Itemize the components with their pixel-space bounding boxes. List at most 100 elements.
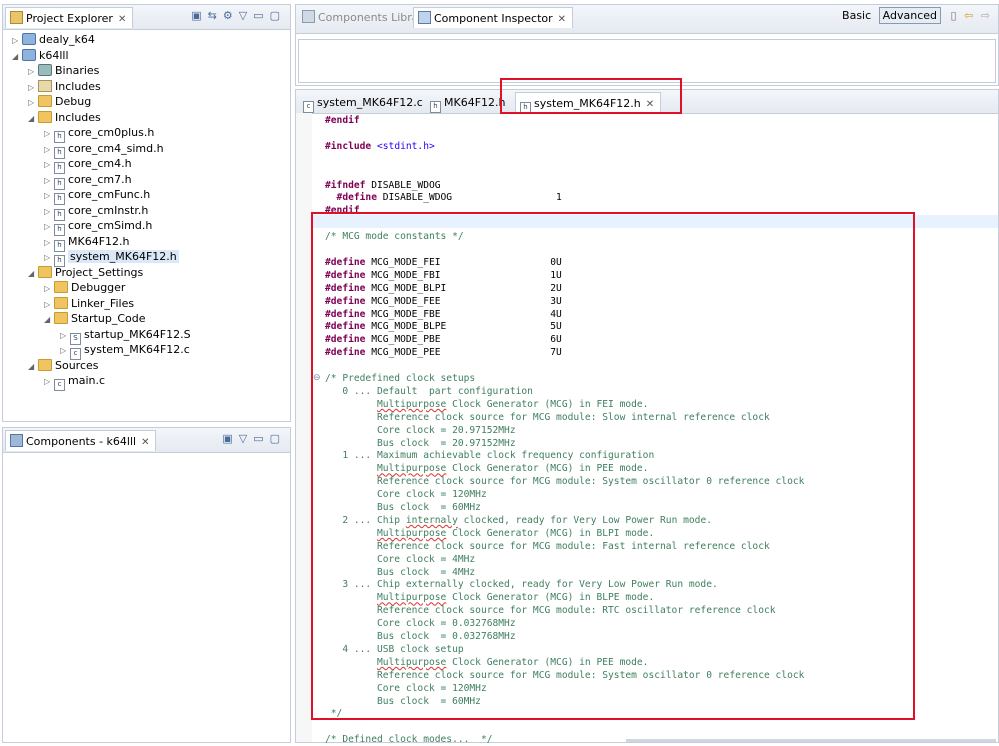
collapsed-arrow-icon[interactable]: ▷ <box>44 374 54 390</box>
folder-icon <box>54 312 68 324</box>
folder-icon <box>54 296 68 309</box>
advanced-button[interactable]: Advanced <box>878 7 941 24</box>
tree-item[interactable]: ▷ h core_cm4_simd.h <box>44 141 164 159</box>
close-icon[interactable]: ✕ <box>118 14 126 25</box>
tab-label: Project Explorer <box>26 12 113 25</box>
code-token: <stdint.h> <box>377 140 435 152</box>
code-line: #define DISABLE_WDOG 1 <box>325 191 562 204</box>
tree-item[interactable]: ▷ h core_cmFunc.h <box>44 187 151 205</box>
tree-item[interactable]: ◢ Project_Settings <box>28 265 143 281</box>
expanded-arrow-icon[interactable]: ◢ <box>28 359 38 375</box>
code-line: /* Defined clock modes... */ <box>325 733 493 746</box>
tree-item[interactable]: ▷ h core_cm0plus.h <box>44 125 155 143</box>
code-token: #define <box>325 192 377 204</box>
tree-item-label: Includes <box>55 110 101 124</box>
tree-item[interactable]: ▷ h core_cmInstr.h <box>44 203 148 221</box>
tree-item-label: startup_MK64F12.S <box>84 327 191 341</box>
maximize-icon[interactable]: ▢ <box>270 9 286 22</box>
tree-item-label: core_cmFunc.h <box>68 188 151 201</box>
tree-item-label: Linker_Files <box>71 296 135 310</box>
tree-item[interactable]: ▷ Sstartup_MK64F12.S <box>60 327 191 345</box>
tree-item-label: Project_Settings <box>55 265 144 279</box>
component-inspector-panel: Components Library Component Inspector ✕ … <box>295 4 999 86</box>
filter-icon[interactable]: ⚙ <box>223 9 239 22</box>
tree-item-label: main.c <box>68 374 106 387</box>
components-panel: Components - k64lll ✕ ▣▽▭▢ <box>2 427 291 743</box>
expanded-arrow-icon[interactable]: ◢ <box>44 312 54 328</box>
view-toolbar: ▣⇆⚙▽▭▢ <box>191 9 286 22</box>
tab-mk64f12-h[interactable]: h MK64F12.h <box>426 92 512 113</box>
view-menu-icon[interactable]: ▽ <box>239 9 253 22</box>
tree-item[interactable]: ▷ Debugger <box>44 280 125 296</box>
minimize-icon[interactable]: ▭ <box>253 9 269 22</box>
tree-item-label: core_cm4.h <box>68 157 132 170</box>
highlight-box-active-tab <box>500 78 682 114</box>
tree-item-label: dealy_k64 <box>39 33 95 46</box>
tree-item[interactable]: ▷ h system_MK64F12.h <box>44 249 179 267</box>
components-icon <box>10 434 23 447</box>
code-line: #endif <box>325 114 360 127</box>
tree-item[interactable]: ▷ c main.c <box>44 373 106 391</box>
c-file-icon: c <box>54 379 65 391</box>
horizontal-scrollbar[interactable] <box>626 739 996 742</box>
tree-item-label: system_MK64F12.h <box>68 250 179 263</box>
tab-components[interactable]: Components - k64lll ✕ <box>5 430 157 451</box>
tab-label: Component Inspector <box>434 12 553 25</box>
tree-item[interactable]: ◢ Startup_Code <box>44 311 146 327</box>
tree-item[interactable]: ▷ h core_cm7.h <box>44 172 132 190</box>
tree-item[interactable]: ▷ Debug <box>28 94 91 110</box>
folder-icon <box>54 281 68 293</box>
c-file-icon: c <box>303 101 314 113</box>
back-arrow-icon[interactable]: ⇦ <box>964 9 973 22</box>
tree-item[interactable]: ▷ Binaries <box>28 63 99 79</box>
project-icon <box>22 33 36 45</box>
tab-component-inspector[interactable]: Component Inspector ✕ <box>413 7 574 28</box>
tree-item-label: system_MK64F12.c <box>84 343 190 356</box>
expanded-arrow-icon[interactable]: ◢ <box>12 49 22 65</box>
code-line: #ifndef DISABLE_WDOG <box>325 179 441 192</box>
code-token: /* Defined clock modes... */ <box>325 734 493 746</box>
collapse-all-icon[interactable]: ▣ <box>191 9 207 22</box>
editor-gutter <box>296 113 312 742</box>
tab-label: MK64F12.h <box>444 96 506 109</box>
library-icon <box>302 10 315 23</box>
tab-project-explorer[interactable]: Project Explorer ✕ <box>5 7 134 28</box>
page-icon[interactable]: ▯ <box>951 9 957 22</box>
code-token: DISABLE_WDOG 1 <box>376 192 562 204</box>
tree-item-label: Debugger <box>71 281 126 294</box>
minimize-icon[interactable]: ▭ <box>253 432 269 445</box>
view-menu-icon[interactable]: ▽ <box>239 432 253 445</box>
tree-item[interactable]: ◢ Includes <box>28 110 101 126</box>
maximize-icon[interactable]: ▢ <box>270 432 286 445</box>
link-editor-icon[interactable]: ⇆ <box>208 9 223 22</box>
inspector-content <box>298 39 996 83</box>
tree-item-label: Includes <box>55 79 101 93</box>
tab-system-mk64f12-c[interactable]: c system_MK64F12.c <box>299 92 429 113</box>
expanded-arrow-icon[interactable]: ◢ <box>28 266 38 282</box>
tree-item[interactable]: ◢ k64lll <box>12 48 69 64</box>
tree-item[interactable]: ▷ Includes <box>28 79 101 95</box>
tree-item-label: core_cm4_simd.h <box>68 141 164 155</box>
close-icon[interactable]: ✕ <box>558 14 566 25</box>
tree-item[interactable]: ▷ h core_cm4.h <box>44 156 132 174</box>
close-icon[interactable]: ✕ <box>141 437 149 448</box>
forward-arrow-icon[interactable]: ⇨ <box>981 9 990 22</box>
tree-item[interactable]: ▷ h core_cmSimd.h <box>44 218 153 236</box>
project-icon <box>22 48 36 61</box>
collapse-all-icon[interactable]: ▣ <box>222 432 238 445</box>
includes-icon <box>38 79 52 92</box>
code-token: #endif <box>325 115 360 126</box>
tree-item[interactable]: ▷ Linker_Files <box>44 296 134 312</box>
tree-item[interactable]: ▷ dealy_k64 <box>12 32 95 48</box>
project-tree: ▷ dealy_k64 ◢ k64lll ▷ Binaries ▷ Includes ▷ Debu… <box>3 29 290 421</box>
basic-button[interactable]: Basic <box>842 9 871 22</box>
tree-item-label: Startup_Code <box>71 312 146 325</box>
tree-item[interactable]: ▷ h MK64F12.h <box>44 234 130 252</box>
tree-item-label: core_cmSimd.h <box>68 219 153 232</box>
binaries-icon <box>38 64 52 76</box>
expanded-arrow-icon[interactable]: ◢ <box>28 111 38 127</box>
tree-item-label: core_cm0plus.h <box>68 126 155 139</box>
tree-item[interactable]: ◢ Sources <box>28 358 99 374</box>
tree-item[interactable]: ▷ c system_MK64F12.c <box>60 342 190 360</box>
project-explorer-tabbar: Project Explorer ✕ ▣⇆⚙▽▭▢ <box>3 5 290 30</box>
